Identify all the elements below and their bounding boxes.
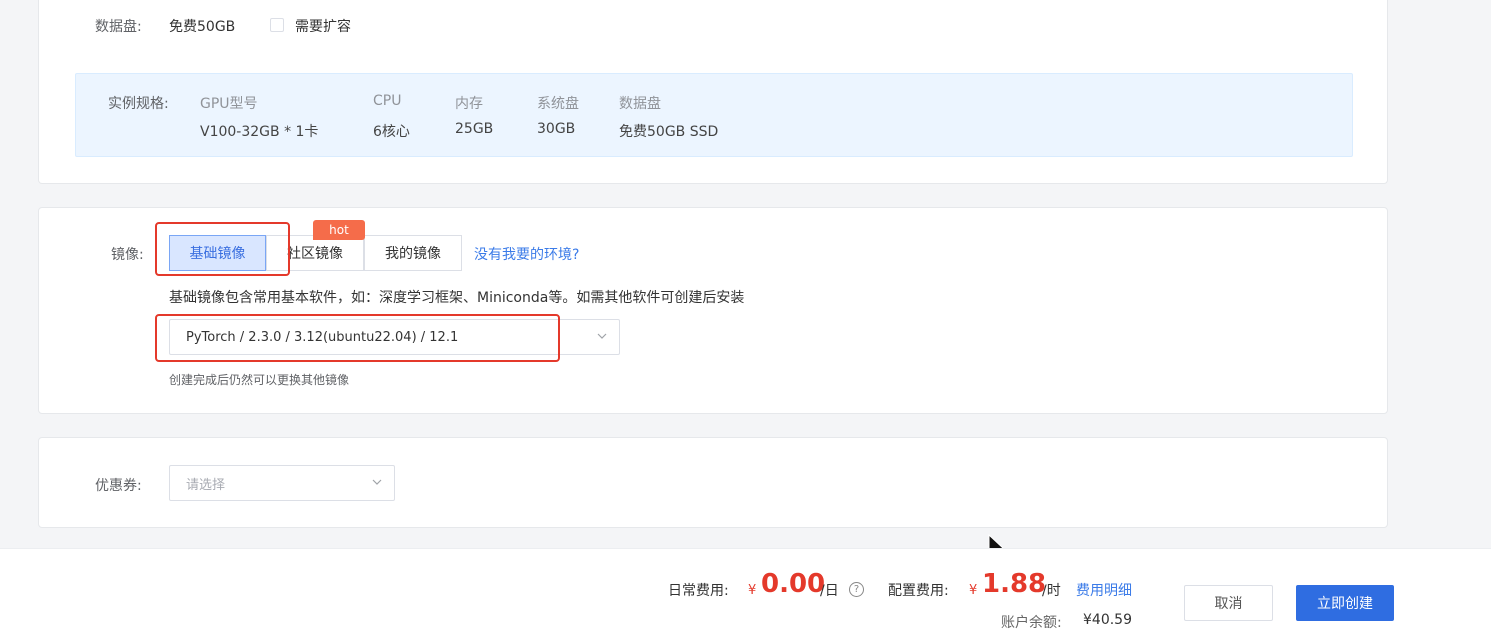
image-label: 镜像: bbox=[111, 247, 144, 263]
spec-label: 实例规格: bbox=[108, 96, 169, 112]
instance-config-card: 数据盘: 免费50GB 需要扩容 实例规格: GPU型号 V100-32GB *… bbox=[38, 0, 1388, 184]
spec-system-disk-value: 30GB bbox=[537, 121, 576, 137]
expand-label[interactable]: 需要扩容 bbox=[295, 16, 351, 36]
help-icon[interactable]: ? bbox=[849, 582, 864, 597]
coupon-select[interactable]: 请选择 bbox=[169, 465, 395, 501]
spec-cpu-value: 6核心 bbox=[373, 124, 410, 140]
coupon-label: 优惠券: bbox=[95, 478, 142, 494]
image-version-select[interactable]: PyTorch / 2.3.0 / 3.12(ubuntu22.04) / 12… bbox=[169, 319, 620, 355]
image-version-value: PyTorch / 2.3.0 / 3.12(ubuntu22.04) / 12… bbox=[186, 329, 459, 345]
daily-cost-label: 日常费用: bbox=[668, 583, 729, 599]
spec-memory-value: 25GB bbox=[455, 121, 494, 137]
spec-data-disk-head: 数据盘 bbox=[619, 96, 661, 112]
config-cost-value: 1.88 bbox=[982, 569, 1047, 599]
expand-checkbox[interactable] bbox=[270, 18, 284, 32]
daily-cost-value: 0.00 bbox=[761, 569, 826, 599]
config-cost-label: 配置费用: bbox=[888, 583, 949, 599]
config-cost-unit: /时 bbox=[1042, 583, 1061, 599]
tab-my-image[interactable]: 我的镜像 bbox=[364, 235, 462, 271]
spec-system-disk-head: 系统盘 bbox=[537, 96, 579, 112]
spec-memory-head: 内存 bbox=[455, 96, 483, 112]
tab-base-image[interactable]: 基础镜像 bbox=[169, 235, 266, 271]
balance-label: 账户余额: bbox=[1001, 615, 1062, 631]
missing-env-link[interactable]: 没有我要的环境? bbox=[474, 244, 579, 264]
chevron-down-icon bbox=[372, 479, 382, 485]
create-now-button[interactable]: 立即创建 bbox=[1296, 585, 1394, 621]
daily-cost-currency: ¥ bbox=[748, 583, 757, 598]
hot-badge: hot bbox=[313, 220, 365, 240]
balance-value: ¥40.59 bbox=[1083, 612, 1132, 628]
spec-gpu-head: GPU型号 bbox=[200, 96, 258, 112]
cancel-button[interactable]: 取消 bbox=[1184, 585, 1273, 621]
order-footer: 日常费用: ¥ 0.00 /日 ? 配置费用: ¥ 1.88 /时 费用明细 账… bbox=[0, 548, 1491, 634]
chevron-down-icon bbox=[597, 333, 607, 339]
data-disk-label: 数据盘: bbox=[95, 19, 142, 35]
image-hint: 创建完成后仍然可以更换其他镜像 bbox=[169, 373, 350, 387]
data-disk-value: 免费50GB bbox=[169, 19, 236, 35]
cost-detail-link[interactable]: 费用明细 bbox=[1076, 580, 1132, 600]
spec-gpu-value: V100-32GB * 1卡 bbox=[200, 124, 319, 140]
spec-data-disk-value: 免费50GB SSD bbox=[619, 124, 719, 140]
daily-cost-unit: /日 bbox=[820, 583, 839, 599]
coupon-card: 优惠券: 请选择 bbox=[38, 437, 1388, 528]
config-cost-currency: ¥ bbox=[969, 583, 978, 598]
spec-cpu-head: CPU bbox=[373, 93, 402, 109]
instance-spec-panel: 实例规格: GPU型号 V100-32GB * 1卡 CPU 6核心 内存 25… bbox=[75, 73, 1353, 157]
tab-community-image[interactable]: 社区镜像 bbox=[266, 235, 364, 271]
image-card: 镜像: 基础镜像 社区镜像 我的镜像 hot 没有我要的环境? 基础镜像包含常用… bbox=[38, 207, 1388, 414]
coupon-placeholder: 请选择 bbox=[186, 477, 226, 493]
image-description: 基础镜像包含常用基本软件，如：深度学习框架、Miniconda等。如需其他软件可… bbox=[169, 290, 745, 306]
